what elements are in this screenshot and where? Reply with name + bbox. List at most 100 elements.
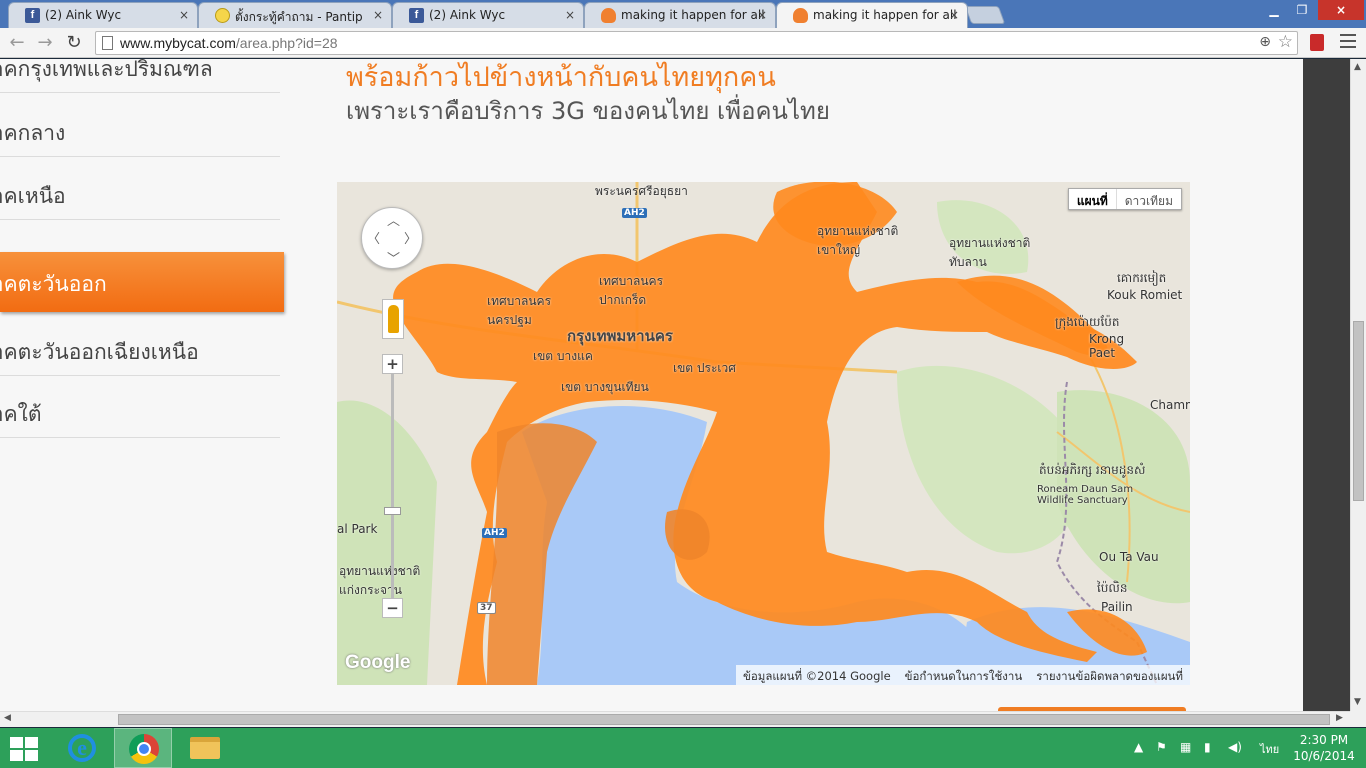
sidebar-item-label: ภาคตะวันออกเฉียงเหนือ [0,340,199,364]
mybycat-icon [793,8,808,23]
zoom-in-button[interactable]: + [382,354,403,374]
language-indicator[interactable]: ไทย [1260,740,1279,758]
close-tab-icon[interactable]: × [565,8,575,22]
horizontal-scroll-thumb[interactable] [118,714,1330,725]
back-arrow-icon[interactable]: ← [6,32,28,54]
scrollbar-corner [1350,711,1366,727]
region-sidebar: ภาคกรุงเทพและปริมณฑล ภาคกลาง ภาคเหนือ ภา… [0,59,285,711]
zoom-out-button[interactable]: − [382,598,403,618]
pan-up-icon[interactable]: ︿ [387,210,400,229]
url-text[interactable]: www.mybycat.com/area.php?id=28 [120,35,338,51]
sidebar-item-label: ภาคกลาง [0,121,66,145]
map-report-link[interactable]: รายงานข้อผิดพลาดของแผนที่ [1029,665,1190,685]
coverage-map[interactable]: พระนครศรีอยุธยา กรุงเทพมหานคร เทศบาลนคร … [337,182,1190,685]
google-logo[interactable]: Google [345,652,410,674]
scroll-up-icon[interactable]: ▲ [1354,62,1361,72]
map-label-kouk-romiet-kh: គោករមៀត [1117,271,1167,285]
address-bar[interactable]: www.mybycat.com/area.php?id=28 ⊕ ☆ [95,31,1298,55]
page-icon [102,36,113,50]
bookmark-star-icon[interactable]: ☆ [1278,32,1293,52]
restore-button[interactable]: ❐ [1290,0,1314,20]
zoom-magnifier-icon[interactable]: ⊕ [1259,34,1271,50]
vertical-scroll-thumb[interactable] [1353,321,1364,501]
map-label-krong-paet-kh: ក្រុងប៉ោយប៉ែត [1055,315,1120,329]
chrome-menu-icon[interactable] [1340,34,1356,50]
minimize-button[interactable]: ▁ [1262,0,1286,20]
tab-mybycat-1[interactable]: making it happen for all × [584,2,776,28]
scroll-down-icon[interactable]: ▼ [1354,697,1361,707]
map-attribution: ข้อมูลแผนที่ ©2014 Google ข้อกำหนดในการใ… [736,665,1190,685]
volume-icon[interactable]: ◀) [1228,740,1242,754]
page-viewport: ภาคกรุงเทพและปริมณฑล ภาคกลาง ภาคเหนือ ภา… [0,59,1350,711]
pan-left-icon[interactable]: 〈 [367,228,380,247]
pan-right-icon[interactable]: 〉 [404,228,417,247]
extension-icon[interactable] [1310,34,1324,51]
tab-facebook-1[interactable]: f (2) Aink Wyc × [8,2,198,28]
map-label-chamm: Chamm [1150,398,1190,412]
vertical-scrollbar[interactable]: ▲ ▼ [1350,59,1366,711]
sidebar-item-east[interactable]: ภาคตะวันออก [0,252,284,312]
tray-expand-icon[interactable]: ▲ [1134,740,1143,754]
sidebar-item-northeast[interactable]: ภาคตะวันออกเฉียงเหนือ [0,314,280,376]
mybycat-icon [601,8,616,23]
action-center-flag-icon[interactable]: ⚑ [1156,740,1167,754]
zoom-slider-track[interactable] [391,354,394,610]
map-label-krong-paet: Krong Paet [1089,332,1125,360]
sidebar-item-central[interactable]: ภาคกลาง [0,95,280,157]
reload-icon[interactable]: ↻ [63,32,85,54]
taskbar-chrome[interactable] [114,728,172,768]
map-terms-link[interactable]: ข้อกำหนดในการใช้งาน [898,665,1030,685]
map-label-ou-ta-vau: Ou Ta Vau [1099,550,1159,564]
map-type-control: แผนที่ ดาวเทียม [1067,188,1182,210]
tab-title: (2) Aink Wyc [45,8,122,22]
map-label-ayutthaya: พระนครศรีอยุธยา [595,184,688,198]
new-tab-button[interactable] [964,6,1006,24]
map-copyright: ข้อมูลแผนที่ ©2014 Google [743,669,891,683]
sidebar-item-bangkok[interactable]: ภาคกรุงเทพและปริมณฑล [0,59,280,93]
map-type-roadmap[interactable]: แผนที่ [1069,189,1116,209]
taskbar-clock[interactable]: 2:30 PM 10/6/2014 [1292,732,1356,764]
sidebar-item-label: ภาคเหนือ [0,184,66,208]
forward-arrow-icon[interactable]: → [34,32,56,54]
map-label-bang-khae: เขต บางแค [533,349,593,363]
map-label-nakhon-pathom: เทศบาลนคร นครปฐม [487,294,552,327]
road-shield-ah2-south: AH2 [482,528,507,538]
map-label-pailin-kh: ប៉ៃលិន [1097,581,1128,595]
tab-title: ตั้งกระทู้คำถาม - Pantip [235,10,363,24]
map-type-satellite[interactable]: ดาวเทียม [1115,189,1181,209]
close-tab-icon[interactable]: × [757,8,767,22]
network-icon[interactable]: ▦ [1180,740,1191,754]
windows-taskbar: e ▲ ⚑ ▦ ▮ ◀) ไทย 2:30 PM 10/6/2014 [0,728,1366,768]
street-view-pegman-icon[interactable] [382,299,404,339]
close-tab-icon[interactable]: × [373,8,383,22]
close-tab-icon[interactable]: × [949,8,959,22]
pan-down-icon[interactable]: ﹀ [387,248,400,267]
tab-mybycat-active[interactable]: making it happen for all × [776,2,968,28]
close-tab-icon[interactable]: × [179,8,189,22]
internet-explorer-icon: e [68,734,96,762]
power-icon[interactable]: ▮ [1204,740,1211,754]
map-label-thap-lan: อุทยานแห่งชาติ ทับลาน [949,236,1031,269]
map-label-pakkret: เทศบาลนคร ปากเกร็ด [599,274,664,307]
sidebar-item-label: ภาคตะวันออก [0,272,107,296]
taskbar-file-explorer[interactable] [174,728,232,768]
map-label-roneam-kh: តំបន់អភិរក្ស រនាមដូនសំ [1039,463,1146,477]
clock-time: 2:30 PM [1299,733,1349,747]
tab-pantip[interactable]: ตั้งกระทู้คำถาม - Pantip × [198,2,392,28]
sidebar-item-north[interactable]: ภาคเหนือ [0,158,280,220]
horizontal-scrollbar[interactable]: ◀ ▶ [0,711,1350,727]
clock-date: 10/6/2014 [1293,749,1355,763]
scroll-right-icon[interactable]: ▶ [1336,713,1343,723]
map-label-pailin: Pailin [1101,600,1133,614]
chrome-icon [129,734,159,764]
scroll-left-icon[interactable]: ◀ [4,713,11,723]
sidebar-item-south[interactable]: ภาคใต้ [0,376,280,438]
tab-facebook-2[interactable]: f (2) Aink Wyc × [392,2,584,28]
map-label-bangkok: กรุงเทพมหานคร [567,327,673,345]
windows-start-icon[interactable] [10,737,40,761]
close-window-button[interactable]: × [1318,0,1364,20]
map-label-prawet: เขต ประเวศ [673,361,736,375]
pan-control[interactable]: ︿ ﹀ 〈 〉 [361,207,423,269]
zoom-slider-thumb[interactable] [384,507,401,515]
taskbar-internet-explorer[interactable]: e [52,728,110,768]
